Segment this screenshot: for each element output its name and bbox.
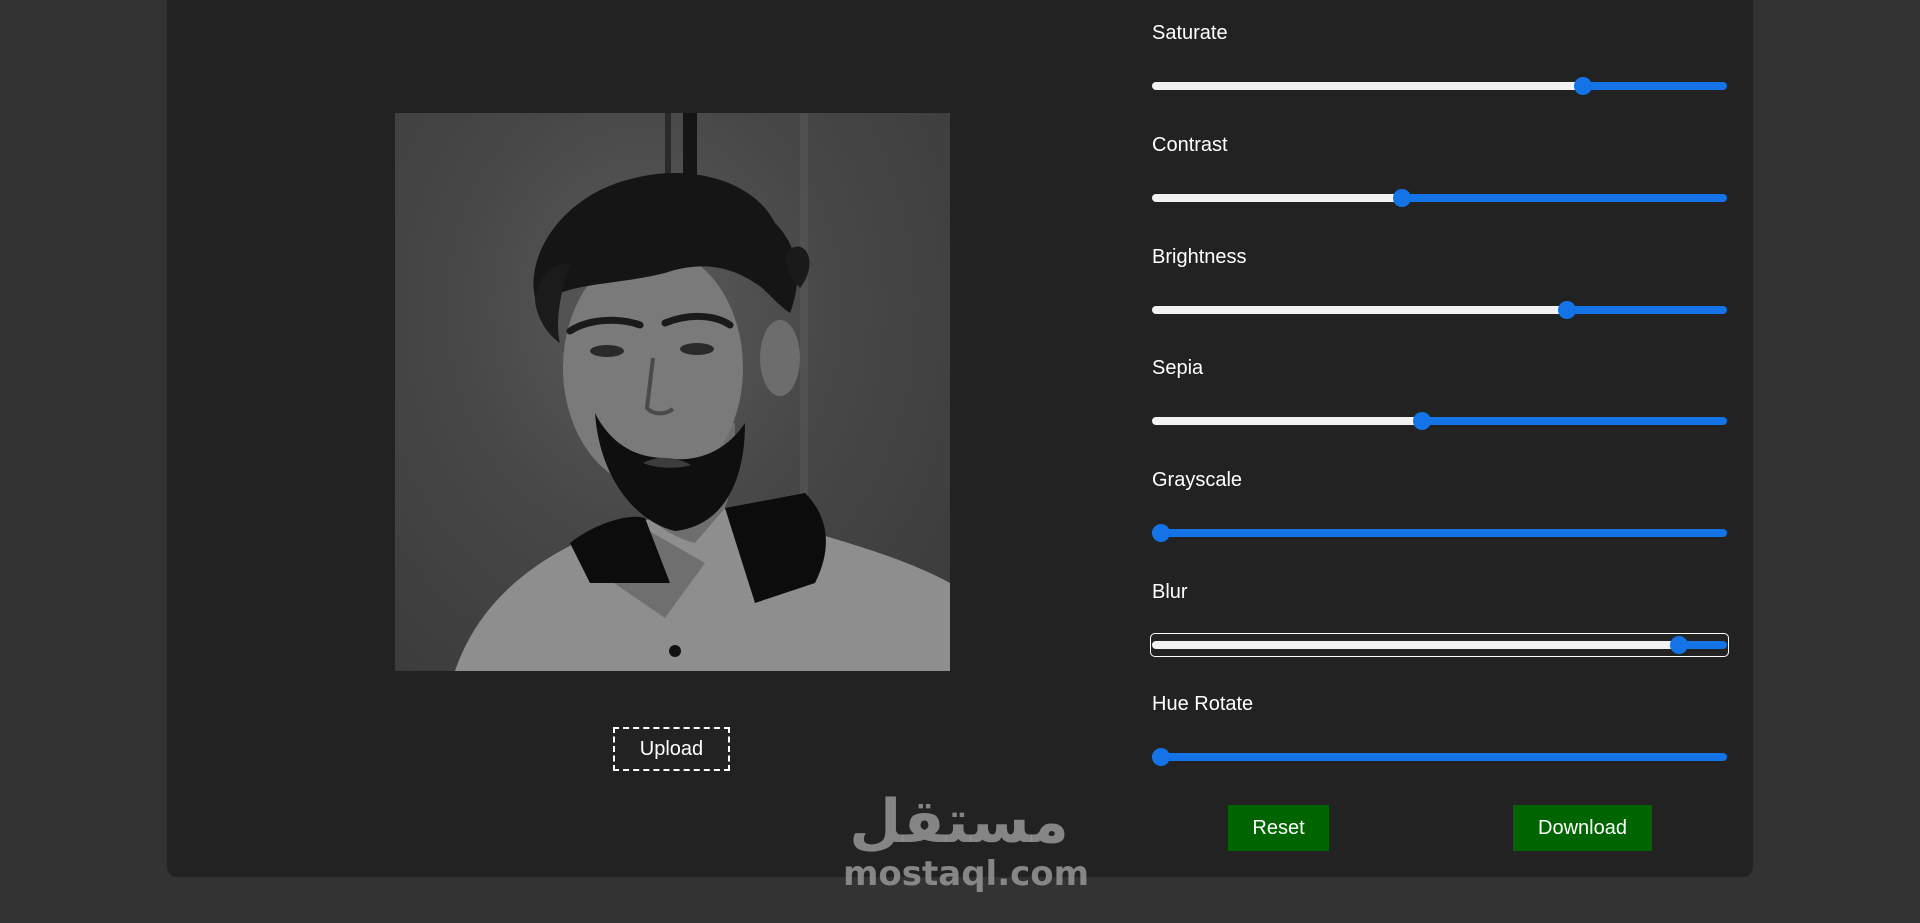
sepia-slider[interactable] <box>1152 411 1727 431</box>
preview-image <box>395 113 950 671</box>
watermark-logo: مستقل <box>849 787 1069 857</box>
slider-thumb[interactable] <box>1392 189 1411 207</box>
hue-rotate-label: Hue Rotate <box>1152 693 1254 715</box>
watermark: مستقل mostaql.com <box>843 787 1090 894</box>
filter-sepia: Sepia <box>1150 355 1730 467</box>
slider-track-filled <box>1152 641 1679 649</box>
slider-thumb[interactable] <box>1558 301 1577 319</box>
slider-thumb[interactable] <box>1152 748 1170 766</box>
filter-contrast: Contrast <box>1150 132 1730 244</box>
slider-thumb[interactable] <box>1412 412 1431 430</box>
slider-track-filled <box>1152 306 1568 314</box>
filter-blur: Blur <box>1150 579 1730 691</box>
slider-track-rest <box>1421 417 1727 425</box>
slider-track-rest <box>1161 753 1727 761</box>
contrast-label: Contrast <box>1152 134 1228 156</box>
watermark-url: mostaql.com <box>843 854 1090 894</box>
filter-grayscale: Grayscale <box>1150 467 1730 579</box>
hue-rotate-slider[interactable] <box>1152 747 1727 767</box>
brightness-label: Brightness <box>1152 246 1247 268</box>
grayscale-label: Grayscale <box>1152 469 1243 491</box>
slider-track-rest <box>1567 306 1727 314</box>
slider-track-filled <box>1152 194 1402 202</box>
grayscale-slider[interactable] <box>1152 523 1727 543</box>
brightness-slider[interactable] <box>1152 300 1727 320</box>
slider-thumb[interactable] <box>1152 524 1170 542</box>
download-button[interactable]: Download <box>1513 805 1652 851</box>
slider-thumb[interactable] <box>1573 77 1592 95</box>
slider-track-rest <box>1401 194 1727 202</box>
slider-track-rest <box>1582 82 1727 90</box>
blur-label: Blur <box>1152 581 1188 603</box>
contrast-slider[interactable] <box>1152 188 1727 208</box>
slider-track-filled <box>1152 82 1583 90</box>
upload-button[interactable]: Upload <box>613 727 730 771</box>
filter-brightness: Brightness <box>1150 244 1730 356</box>
filter-saturate: Saturate <box>1150 20 1730 132</box>
blur-slider[interactable] <box>1150 633 1729 657</box>
filter-hue-rotate: Hue Rotate <box>1150 691 1730 803</box>
portrait-illustration <box>455 113 950 671</box>
slider-track-filled <box>1152 417 1422 425</box>
reset-button[interactable]: Reset <box>1228 805 1329 851</box>
saturate-slider[interactable] <box>1152 76 1727 96</box>
sepia-label: Sepia <box>1152 357 1204 379</box>
slider-track-rest <box>1161 529 1727 537</box>
slider-thumb[interactable] <box>1670 636 1688 654</box>
saturate-label: Saturate <box>1152 22 1228 44</box>
